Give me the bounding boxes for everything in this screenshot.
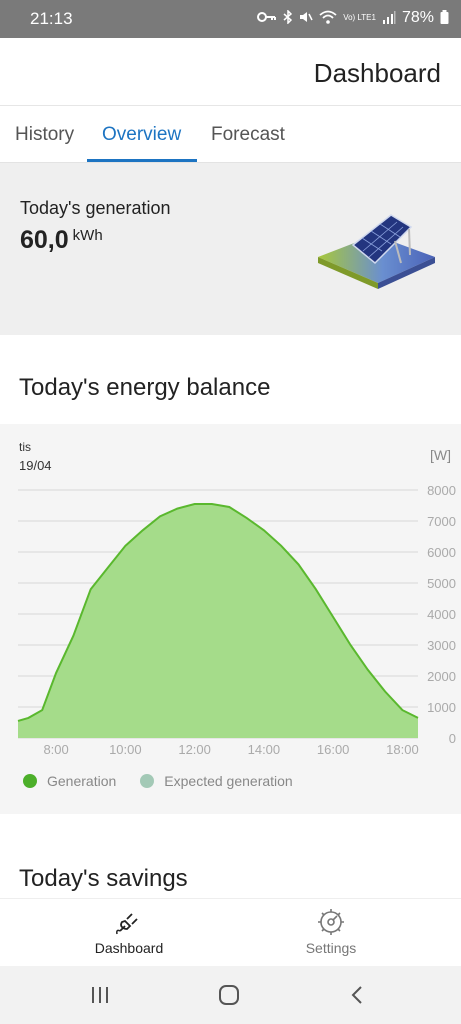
settings-icon: [318, 909, 344, 935]
tab-forecast[interactable]: Forecast: [211, 124, 285, 146]
generation-unit: kWh: [72, 227, 103, 244]
legend-dot-generation: [23, 774, 37, 788]
y-tick-label: 0: [449, 731, 456, 746]
mute-icon: [299, 10, 313, 27]
chart-legend: Generation Expected generation: [23, 773, 317, 789]
generation-value: 60,0: [20, 226, 69, 254]
y-tick-label: 4000: [427, 607, 456, 622]
chart-canvas: 8000 7000 6000 5000 4000 3000 2000 1000 0 8:00 10:…: [17, 483, 456, 757]
generation-value-group: 60,0 kWh: [20, 226, 103, 255]
generation-card[interactable]: Today's generation 60,0 kWh: [0, 163, 461, 335]
x-tick-label: 8:00: [43, 742, 68, 757]
y-tick-label: 7000: [427, 514, 456, 529]
system-nav-bar: [0, 966, 461, 1024]
legend-item-expected-generation[interactable]: Expected generation: [140, 773, 293, 789]
network-type: Vo) LTE1: [343, 13, 376, 22]
status-time: 21:13: [30, 9, 73, 28]
battery-percent: 78%: [401, 9, 434, 26]
energy-balance-title: Today's energy balance: [19, 374, 271, 401]
y-tick-label: 5000: [427, 576, 456, 591]
home-icon[interactable]: [217, 984, 241, 1006]
battery-icon: [440, 9, 449, 27]
signal-icon: [382, 10, 396, 27]
nav-dashboard[interactable]: Dashboard: [69, 907, 189, 956]
y-tick-label: 6000: [427, 545, 456, 560]
nav-settings-label: Settings: [305, 940, 357, 956]
generation-label: Today's generation: [20, 198, 171, 218]
energy-balance-chart[interactable]: tis 19/04 [W] 8000 7000 6000 5000 4000 3000 20…: [0, 424, 461, 814]
legend-label-generation: Generation: [47, 773, 117, 789]
app-header: Dashboard: [0, 38, 461, 106]
legend-label-expected: Expected generation: [164, 773, 293, 789]
x-tick-label: 16:00: [317, 742, 350, 757]
tab-history[interactable]: History: [15, 124, 74, 146]
x-tick-label: 18:00: [386, 742, 419, 757]
status-icons: Vo) LTE1 78%: [257, 8, 449, 27]
bluetooth-icon: [283, 8, 293, 27]
bottom-nav: Dashboard Settings: [0, 898, 461, 966]
y-tick-label: 3000: [427, 638, 456, 653]
recent-apps-icon[interactable]: [88, 984, 112, 1006]
tab-overview[interactable]: Overview: [102, 124, 181, 146]
page-title: Dashboard: [313, 58, 441, 88]
plug-icon: [116, 913, 138, 935]
y-tick-label: 1000: [427, 700, 456, 715]
y-tick-label: 8000: [427, 483, 456, 498]
savings-title: Today's savings: [19, 865, 188, 892]
wifi-icon: [319, 10, 337, 27]
key-icon: [257, 10, 277, 26]
y-tick-label: 2000: [427, 669, 456, 684]
tab-bar: History Overview Forecast: [0, 106, 461, 163]
status-bar: 21:13 Vo) LTE1 78%: [0, 0, 461, 38]
legend-item-generation[interactable]: Generation: [23, 773, 116, 789]
nav-settings[interactable]: Settings: [271, 907, 391, 956]
x-tick-label: 10:00: [109, 742, 142, 757]
active-tab-indicator: [87, 159, 197, 162]
back-icon[interactable]: [346, 984, 370, 1006]
nav-dashboard-label: Dashboard: [94, 940, 164, 956]
legend-dot-expected: [140, 774, 155, 788]
x-tick-label: 12:00: [178, 742, 211, 757]
x-tick-label: 14:00: [248, 742, 281, 757]
solar-panel-icon: [318, 214, 435, 289]
